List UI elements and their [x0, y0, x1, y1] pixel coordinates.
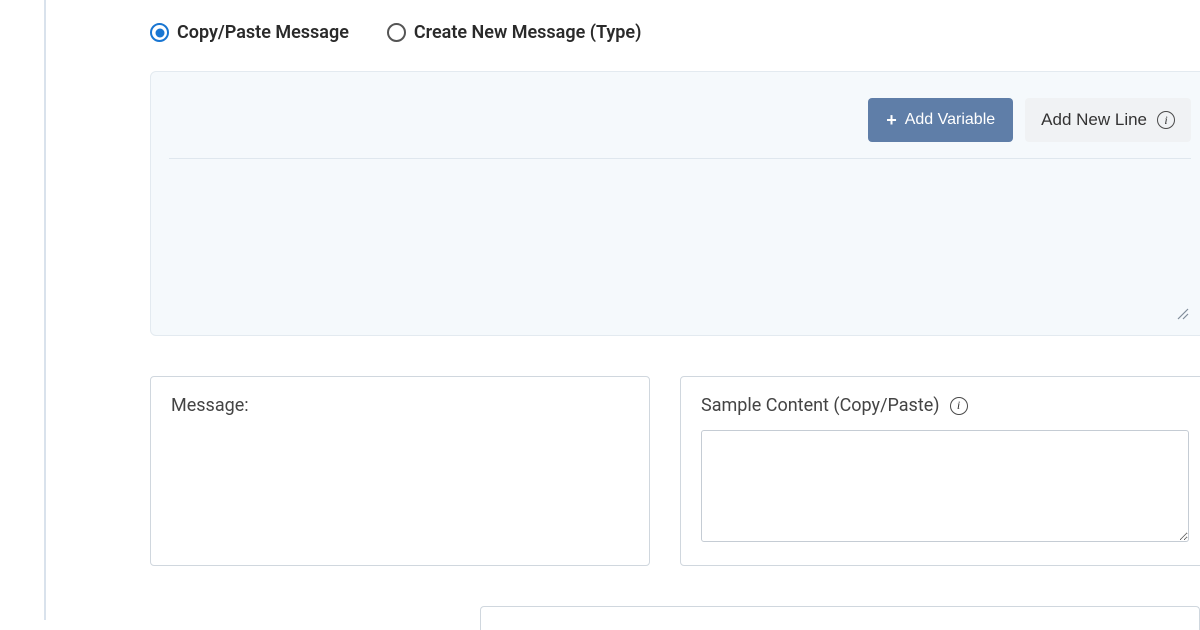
radio-create-new-label: Create New Message (Type) — [414, 22, 642, 43]
radio-copy-paste-label: Copy/Paste Message — [177, 22, 349, 43]
message-label: Message: — [171, 395, 629, 416]
add-variable-button[interactable]: + Add Variable — [868, 98, 1013, 142]
sample-content-label: Sample Content (Copy/Paste) — [701, 395, 940, 416]
add-variable-label: Add Variable — [905, 111, 995, 129]
add-new-line-label: Add New Line — [1041, 110, 1147, 130]
sidebar-divider — [44, 0, 46, 620]
plus-icon: + — [886, 111, 897, 129]
main-content: Copy/Paste Message Create New Message (T… — [150, 22, 1200, 566]
info-icon[interactable]: i — [950, 397, 968, 415]
editor-toolbar: + Add Variable Add New Line i — [169, 90, 1191, 159]
bottom-panel-partial — [480, 606, 1200, 630]
message-editor-container: + Add Variable Add New Line i — [150, 71, 1200, 336]
sample-content-label-row: Sample Content (Copy/Paste) i — [701, 395, 1189, 416]
message-mode-radio-group: Copy/Paste Message Create New Message (T… — [150, 22, 1200, 43]
info-icon: i — [1157, 111, 1175, 129]
message-preview-panel: Message: — [150, 376, 650, 566]
message-editor-area[interactable] — [169, 161, 1191, 321]
radio-selected-icon — [150, 23, 169, 42]
radio-copy-paste[interactable]: Copy/Paste Message — [150, 22, 349, 43]
resize-handle-icon — [1175, 305, 1189, 319]
sample-content-textarea[interactable] — [701, 430, 1189, 542]
sample-content-panel: Sample Content (Copy/Paste) i — [680, 376, 1200, 566]
add-new-line-button[interactable]: Add New Line i — [1025, 98, 1191, 142]
lower-panels: Message: Sample Content (Copy/Paste) i — [150, 376, 1200, 566]
radio-create-new[interactable]: Create New Message (Type) — [387, 22, 642, 43]
radio-unselected-icon — [387, 23, 406, 42]
